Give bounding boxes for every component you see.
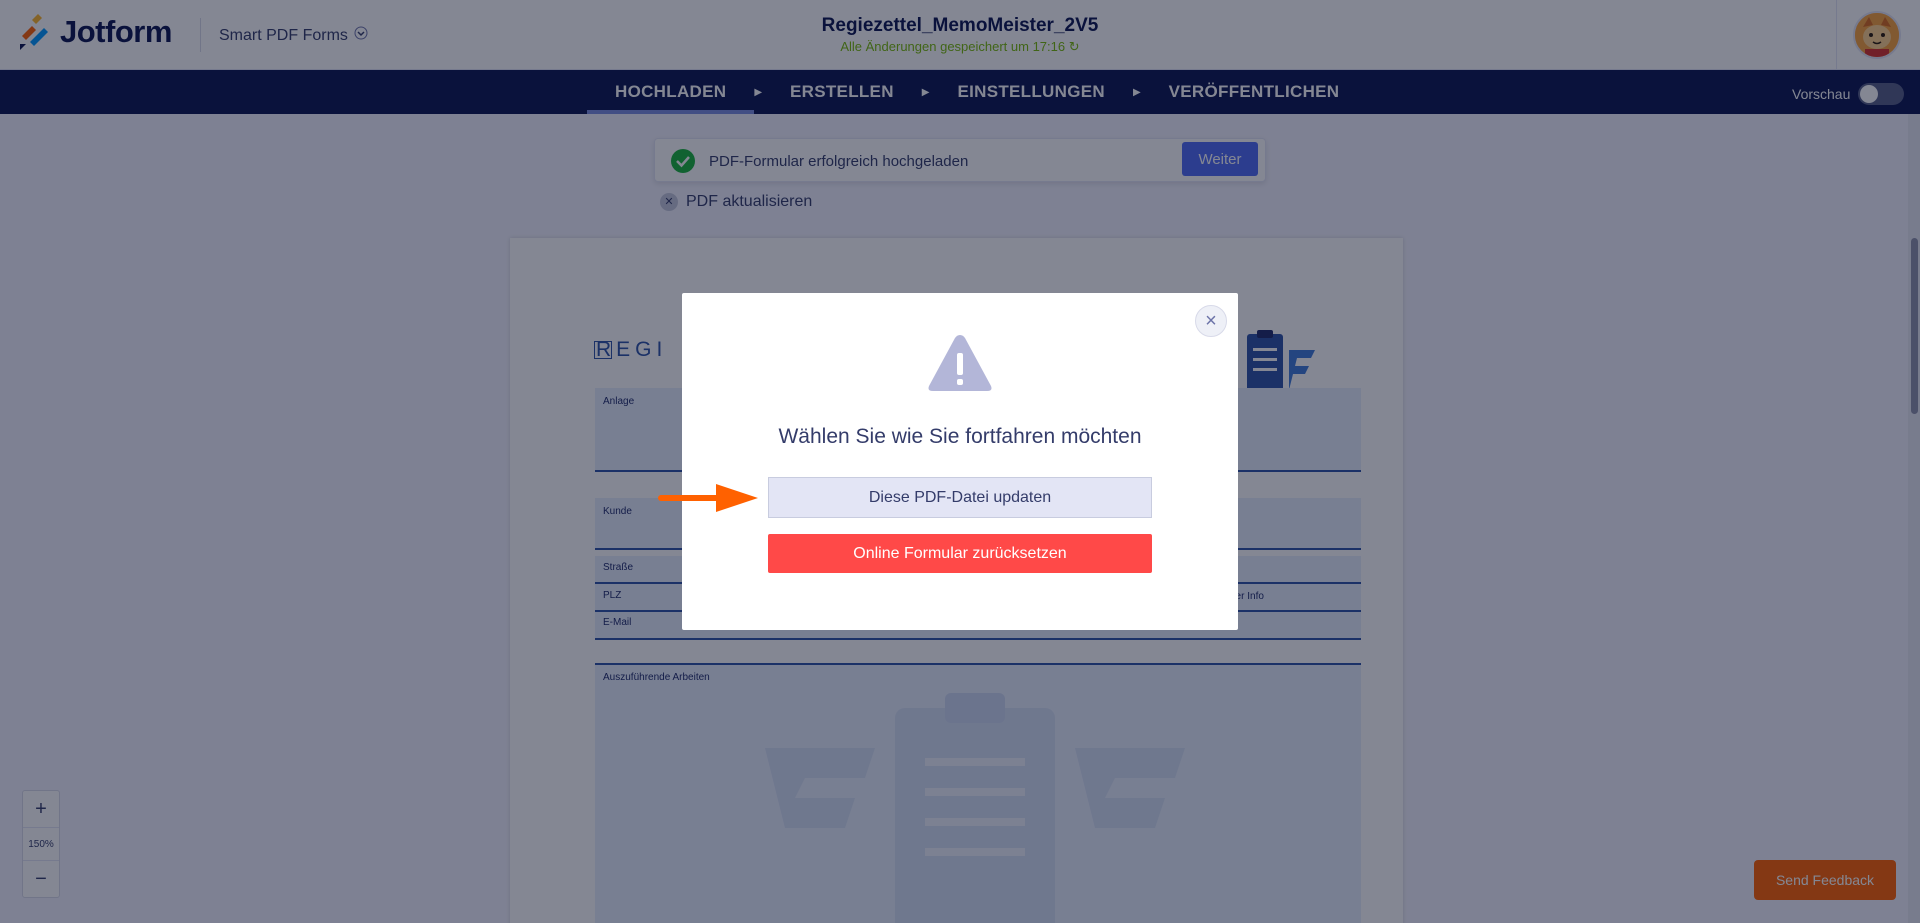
warning-icon bbox=[928, 335, 992, 391]
close-icon[interactable]: × bbox=[1195, 305, 1227, 337]
arrow-right-icon bbox=[658, 484, 758, 512]
update-pdf-button[interactable]: Diese PDF-Datei updaten bbox=[768, 477, 1152, 518]
update-pdf-dialog: × Wählen Sie wie Sie fortfahren möchten … bbox=[682, 293, 1238, 630]
dialog-title: Wählen Sie wie Sie fortfahren möchten bbox=[778, 425, 1142, 448]
reset-form-button[interactable]: Online Formular zurücksetzen bbox=[768, 534, 1152, 573]
